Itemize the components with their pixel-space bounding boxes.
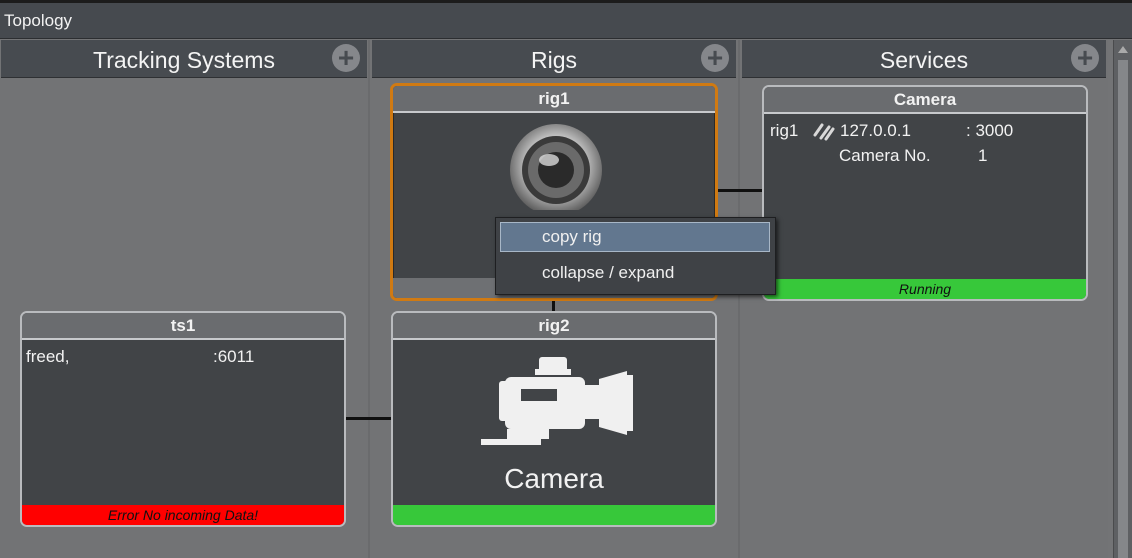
camera-no-label: Camera No. xyxy=(839,146,931,165)
connection-line-ts1-rig2 xyxy=(344,417,392,420)
title-bar: Topology xyxy=(0,3,1132,39)
connection-line-rig1-camera xyxy=(716,189,763,192)
camera-icon-label: Camera xyxy=(504,463,604,494)
node-title: Camera xyxy=(764,87,1086,114)
service-port: : 3000 xyxy=(966,121,1014,140)
add-icon[interactable]: + xyxy=(1071,44,1099,72)
node-rig2[interactable]: rig2 Camera xyxy=(391,311,717,527)
add-icon[interactable]: + xyxy=(701,44,729,72)
tracking-port: :6011 xyxy=(213,347,255,366)
column-title: Tracking Systems xyxy=(93,47,275,73)
service-rig-label: rig1 xyxy=(770,121,799,140)
camera-lens-icon xyxy=(501,122,611,223)
menu-item-copy-rig[interactable]: copy rig xyxy=(500,222,770,252)
menu-item-collapse-expand[interactable]: collapse / expand xyxy=(500,258,770,288)
node-title: ts1 xyxy=(22,313,344,340)
scrollbar-thumb[interactable] xyxy=(1118,60,1128,558)
node-camera-service[interactable]: Camera rig1 127.0.0.1 : 3000 Camera No. … xyxy=(762,85,1088,301)
service-ip: 127.0.0.1 xyxy=(840,121,911,140)
context-menu: copy rig collapse / expand xyxy=(495,217,776,295)
node-ts1[interactable]: ts1 freed, :6011 Error No incoming Data! xyxy=(20,311,346,527)
node-title: rig1 xyxy=(393,86,715,113)
camera-no-value: 1 xyxy=(978,146,988,165)
node-title: rig2 xyxy=(393,313,715,340)
status-bar: Running xyxy=(764,279,1086,299)
broken-link-icon xyxy=(812,121,836,146)
status-bar xyxy=(393,505,715,525)
status-bar: Error No incoming Data! xyxy=(22,505,344,525)
column-header-tracking-systems: Tracking Systems + xyxy=(1,40,367,78)
scroll-up-icon[interactable] xyxy=(1118,46,1128,53)
window-title: Topology xyxy=(4,11,73,30)
column-header-services: Services + xyxy=(742,40,1106,78)
vertical-scrollbar[interactable] xyxy=(1113,40,1132,558)
camera-icon xyxy=(477,355,637,460)
add-icon[interactable]: + xyxy=(332,44,360,72)
column-title: Rigs xyxy=(530,47,577,73)
column-header-rigs: Rigs + xyxy=(372,40,736,78)
column-title: Services xyxy=(879,47,969,73)
tracking-protocol: freed, xyxy=(26,347,70,366)
